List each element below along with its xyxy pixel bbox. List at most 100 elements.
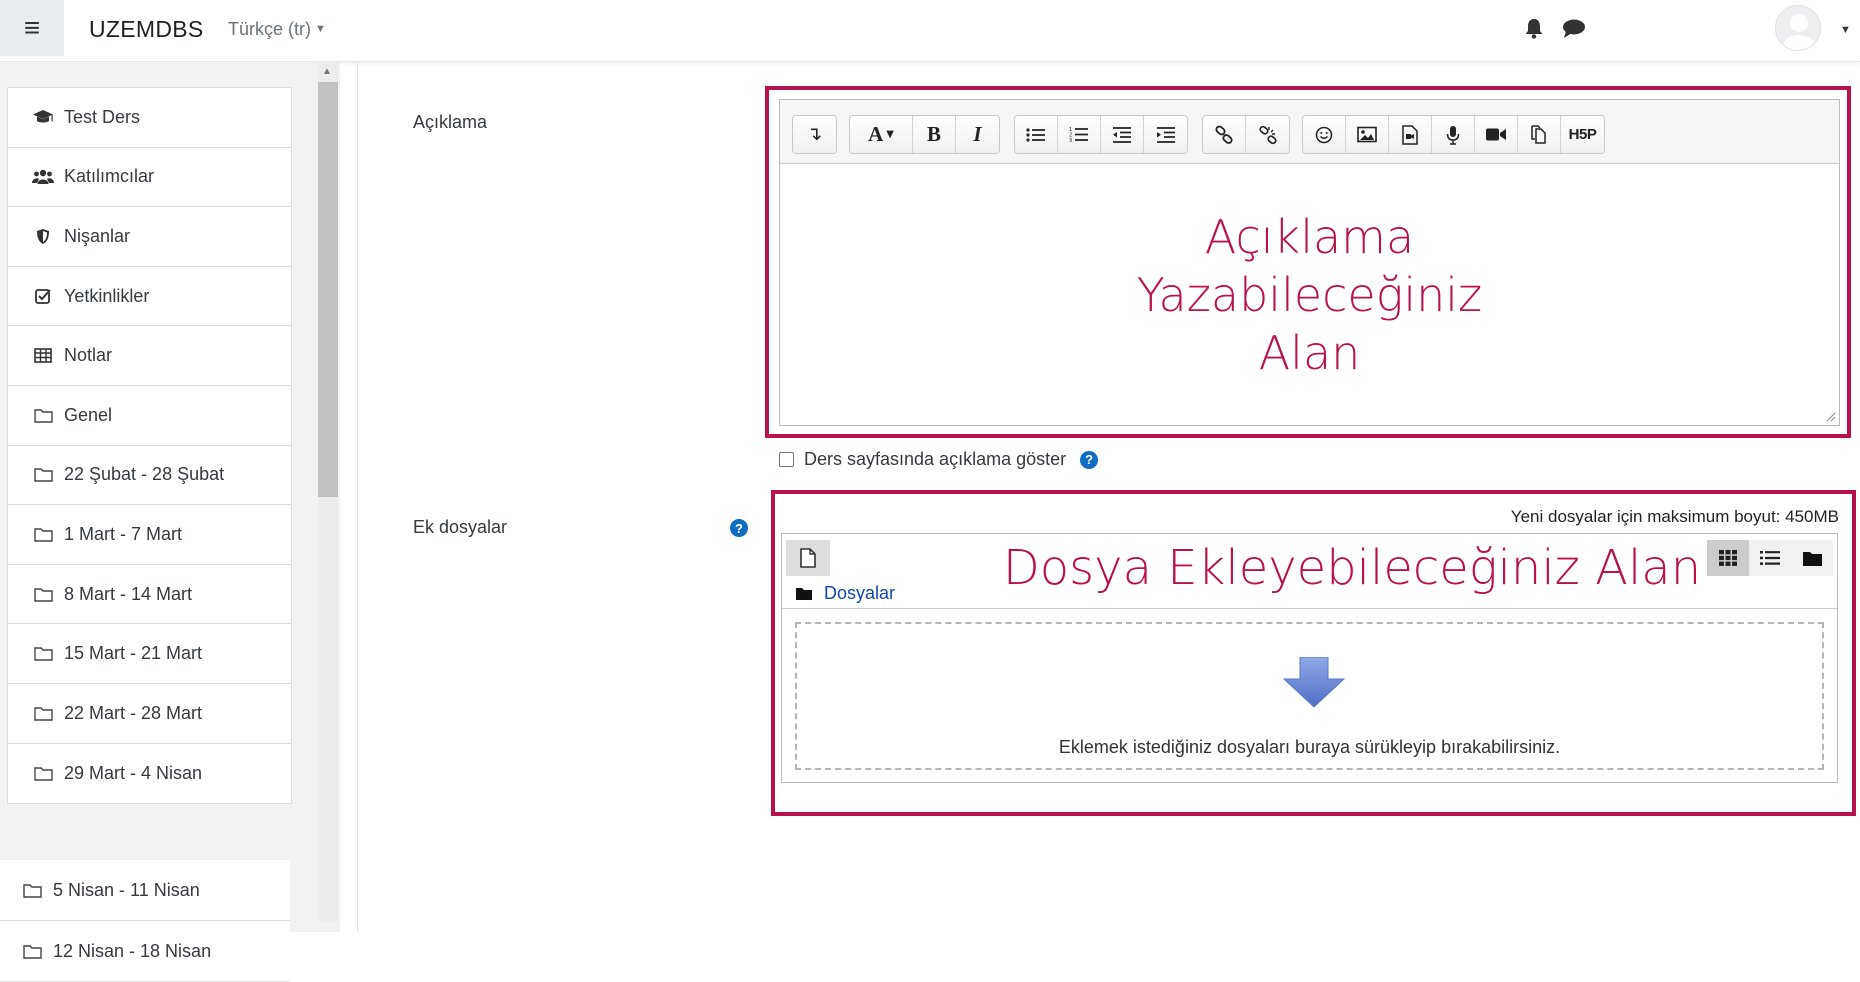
sidebar-item-section[interactable]: 8 Mart - 14 Mart	[8, 564, 291, 625]
toolbar-group-links	[1202, 115, 1290, 154]
outdent-icon	[1113, 126, 1131, 143]
messages-chat-icon[interactable]	[1562, 18, 1586, 45]
description-annotation-line: Yazabileceğiniz	[1136, 267, 1483, 322]
h5p-icon: H5P	[1568, 126, 1597, 143]
sidebar-item-label: 1 Mart - 7 Mart	[64, 523, 183, 544]
chevron-down-icon: ▼	[886, 129, 894, 140]
folder-icon	[21, 881, 43, 899]
description-annotation: Açıklama Yazabileceğiniz Alan	[1137, 208, 1482, 382]
sidebar-item-notlar[interactable]: Notlar	[8, 326, 291, 386]
svg-text:3: 3	[1069, 138, 1072, 143]
sidebar-item-section[interactable]: 1 Mart - 7 Mart	[8, 505, 291, 565]
sidebar-item-label: Notlar	[64, 345, 113, 366]
shield-icon	[32, 227, 54, 245]
toolbar-toggle-button[interactable]: ↴	[793, 116, 836, 153]
link-icon	[1215, 125, 1233, 144]
italic-button[interactable]: I	[956, 116, 999, 153]
sidebar-item-genel[interactable]: Genel	[8, 385, 291, 446]
folder-icon	[32, 645, 54, 663]
resize-grip-icon[interactable]	[1824, 410, 1836, 422]
list-icon	[1760, 551, 1780, 565]
emoji-button[interactable]	[1303, 116, 1346, 153]
view-list-button[interactable]	[1749, 540, 1791, 576]
folder-icon	[32, 466, 54, 484]
font-style-button[interactable]: A ▼	[850, 116, 913, 153]
editor-toolbar: ↴ A ▼ B I 123 H5P	[780, 100, 1839, 164]
grid-icon	[1719, 550, 1737, 566]
main-divider	[357, 62, 358, 932]
language-menu[interactable]: Türkçe (tr) ▼	[228, 19, 326, 40]
smiley-icon	[1315, 126, 1333, 143]
description-annotation-line: Açıklama	[1204, 209, 1415, 264]
menu-toggle-button[interactable]: ≡	[0, 0, 64, 56]
site-brand[interactable]: UZEMDBS	[89, 16, 204, 43]
indent-icon	[1156, 126, 1175, 143]
manage-files-button[interactable]	[1518, 116, 1561, 153]
course-nav-list: Test Ders Katılımcılar Nişanlar Yetkinli…	[7, 87, 292, 805]
unordered-list-icon	[1026, 127, 1045, 142]
video-camera-icon	[1486, 128, 1506, 141]
user-avatar[interactable]	[1775, 5, 1821, 51]
dropzone-instructions: Eklemek istediğiniz dosyaları buraya sür…	[1058, 737, 1561, 757]
sidebar-item-katilimcilar[interactable]: Katılımcılar	[8, 147, 291, 208]
sidebar-item-label: 22 Mart - 28 Mart	[64, 702, 203, 723]
sidebar-item-section[interactable]: 29 Mart - 4 Nisan	[8, 743, 291, 804]
sidebar-item-yetkinlikler[interactable]: Yetkinlikler	[8, 266, 291, 327]
view-tree-button[interactable]	[1791, 540, 1833, 576]
folder-icon	[1802, 551, 1822, 566]
folder-icon	[796, 588, 812, 600]
sidebar-item-label: Test Ders	[64, 106, 141, 127]
help-icon[interactable]: ?	[1080, 450, 1099, 469]
toolbar-group-expand: ↴	[792, 115, 837, 154]
link-button[interactable]	[1203, 116, 1246, 153]
sidebar-item-test-ders[interactable]: Test Ders	[8, 88, 291, 148]
user-menu-chevron-icon[interactable]: ▼	[1840, 24, 1851, 36]
outdent-button[interactable]	[1101, 116, 1144, 153]
record-audio-button[interactable]	[1432, 116, 1475, 153]
sidebar-item-section[interactable]: 15 Mart - 21 Mart	[8, 624, 291, 684]
record-video-button[interactable]	[1475, 116, 1518, 153]
file-dropzone[interactable]: Eklemek istediğiniz dosyaları buraya sür…	[795, 622, 1824, 770]
scroll-up-arrow-icon[interactable]: ▲	[322, 66, 332, 77]
add-file-button[interactable]	[786, 540, 830, 576]
file-path-breadcrumb: Dosyalar	[796, 583, 895, 604]
check-square-icon	[32, 287, 54, 305]
course-sidebar: Test Ders Katılımcılar Nişanlar Yetkinli…	[0, 62, 340, 982]
language-label: Türkçe (tr)	[228, 19, 311, 39]
file-view-switcher	[1707, 540, 1833, 576]
sidebar-item-section[interactable]: 22 Mart - 28 Mart	[8, 683, 291, 744]
notifications-bell-icon[interactable]	[1524, 18, 1544, 45]
indent-button[interactable]	[1144, 116, 1187, 153]
sidebar-item-label: 29 Mart - 4 Nisan	[64, 762, 203, 783]
sidebar-item-section[interactable]: 22 Şubat - 28 Şubat	[8, 445, 291, 506]
show-description-checkbox[interactable]	[779, 452, 794, 467]
ordered-list-button[interactable]: 123	[1058, 116, 1101, 153]
unlink-icon	[1258, 125, 1277, 144]
unordered-list-button[interactable]	[1015, 116, 1058, 153]
help-icon[interactable]: ?	[730, 519, 748, 537]
sidebar-scrollbar[interactable]: ▲	[318, 62, 338, 922]
image-icon	[1357, 126, 1377, 143]
view-icons-button[interactable]	[1707, 540, 1749, 576]
users-icon	[32, 168, 54, 186]
description-label: Açıklama	[413, 112, 488, 132]
sidebar-item-section[interactable]: 5 Nisan - 11 Nisan	[0, 860, 290, 921]
sidebar-scrollbar-thumb[interactable]	[318, 82, 338, 497]
sidebar-item-label: 8 Mart - 14 Mart	[64, 583, 193, 604]
h5p-button[interactable]: H5P	[1561, 116, 1604, 153]
description-annotation-line: Alan	[1258, 325, 1361, 380]
bold-button[interactable]: B	[913, 116, 956, 153]
show-description-label[interactable]: Ders sayfasında açıklama göster	[804, 449, 1066, 470]
media-button[interactable]	[1389, 116, 1432, 153]
description-textarea[interactable]: Açıklama Yazabileceğiniz Alan	[780, 164, 1839, 425]
font-style-label: A	[868, 122, 884, 146]
unlink-button[interactable]	[1246, 116, 1289, 153]
file-manager: Dosyalar Dosya Ekleyebileceğiniz Alan Ek…	[781, 533, 1838, 783]
sidebar-item-section[interactable]: 12 Nisan - 18 Nisan	[0, 921, 290, 982]
sidebar-item-nisanlar[interactable]: Nişanlar	[8, 207, 291, 267]
files-folder-link[interactable]: Dosyalar	[824, 583, 895, 604]
max-file-size-text: Yeni dosyalar için maksimum boyut: 450MB	[1510, 507, 1839, 526]
image-button[interactable]	[1346, 116, 1389, 153]
sidebar-item-label: Nişanlar	[64, 225, 131, 246]
sidebar-item-label: Katılımcılar	[64, 166, 155, 187]
